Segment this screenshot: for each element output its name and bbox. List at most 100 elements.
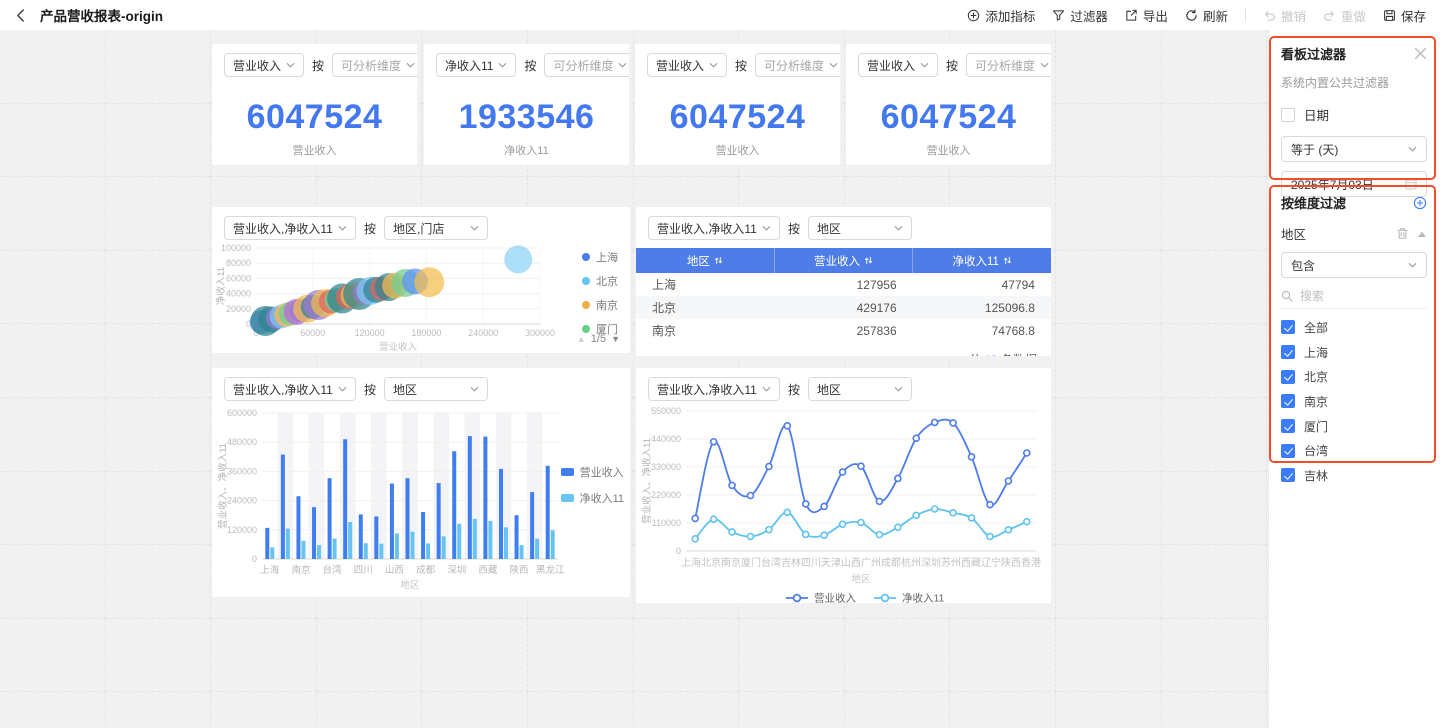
metric-select[interactable]: 净收入11 xyxy=(436,53,516,77)
dimension-select[interactable]: 地区 xyxy=(808,377,912,401)
line-point[interactable] xyxy=(895,524,901,530)
checkbox-checked[interactable] xyxy=(1281,419,1295,433)
bar-net[interactable] xyxy=(473,519,477,559)
redo-button[interactable]: 重做 xyxy=(1323,6,1366,25)
line-point[interactable] xyxy=(784,509,790,515)
line-point[interactable] xyxy=(784,423,790,429)
line-point[interactable] xyxy=(969,515,975,521)
line-point[interactable] xyxy=(876,498,882,504)
line-point[interactable] xyxy=(840,469,846,475)
bar-net[interactable] xyxy=(364,543,368,559)
bar-net[interactable] xyxy=(333,539,337,559)
undo-button[interactable]: 撤销 xyxy=(1263,6,1306,25)
checkbox-checked[interactable] xyxy=(1281,345,1295,359)
line-point[interactable] xyxy=(913,435,919,441)
metric-select[interactable]: 营业收入,净收入11 xyxy=(648,216,780,240)
legend-item[interactable]: 营业收入 xyxy=(561,464,624,480)
line-point[interactable] xyxy=(1024,450,1030,456)
scatter-bubble[interactable] xyxy=(504,245,532,273)
checkbox-unchecked[interactable] xyxy=(1281,108,1295,122)
line-point[interactable] xyxy=(747,533,753,539)
line-point[interactable] xyxy=(692,536,698,542)
row-count-link[interactable]: 19 xyxy=(984,353,997,356)
bar-revenue[interactable] xyxy=(530,492,534,559)
dimension-select[interactable]: 可分析维度 xyxy=(332,53,417,77)
line-point[interactable] xyxy=(729,482,735,488)
bar-revenue[interactable] xyxy=(515,515,519,559)
bar-revenue[interactable] xyxy=(390,484,394,559)
add-filter-icon[interactable] xyxy=(1413,196,1427,210)
kpi-card-2[interactable]: 净收入11 按 可分析维度 1933546 净收入11 xyxy=(424,44,629,165)
bar-net[interactable] xyxy=(488,521,492,559)
bar-net[interactable] xyxy=(348,522,352,559)
add-metric-button[interactable]: 添加指标 xyxy=(967,6,1035,25)
bar-net[interactable] xyxy=(317,545,321,559)
bar-net[interactable] xyxy=(286,529,290,559)
metric-select[interactable]: 营业收入 xyxy=(224,53,304,77)
checkbox-checked[interactable] xyxy=(1281,394,1295,408)
line-point[interactable] xyxy=(950,420,956,426)
page-down-icon[interactable]: ▼ xyxy=(611,335,620,344)
dimension-option-厦门[interactable]: 厦门 xyxy=(1281,414,1427,439)
collapse-caret-icon[interactable] xyxy=(1417,230,1427,238)
line-point[interactable] xyxy=(969,454,975,460)
date-operator-select[interactable]: 等于 (天) xyxy=(1281,136,1427,162)
legend-item[interactable]: 营业收入 xyxy=(786,592,856,604)
metric-select[interactable]: 营业收入,净收入11 xyxy=(224,216,356,240)
contains-operator-select[interactable]: 包含 xyxy=(1281,252,1427,278)
legend-item[interactable]: 净收入11 xyxy=(874,592,945,604)
bar-revenue[interactable] xyxy=(281,455,285,559)
bar-net[interactable] xyxy=(426,543,430,559)
line-point[interactable] xyxy=(729,529,735,535)
legend-item[interactable]: 净收入11 xyxy=(561,490,624,506)
bar-net[interactable] xyxy=(411,532,415,559)
metric-select[interactable]: 营业收入 xyxy=(858,53,938,77)
table-row[interactable]: 上海12795647794 xyxy=(636,273,1051,296)
line-point[interactable] xyxy=(821,532,827,538)
line-point[interactable] xyxy=(895,475,901,481)
bar-revenue[interactable] xyxy=(406,478,410,559)
legend-item[interactable]: 南京 xyxy=(582,297,618,313)
bar-net[interactable] xyxy=(504,527,508,559)
bar-net[interactable] xyxy=(270,547,274,559)
table-header-cell[interactable]: 地区 xyxy=(636,248,775,273)
kpi-card-4[interactable]: 营业收入 按 可分析维度 6047524 营业收入 xyxy=(846,44,1051,165)
bar-revenue[interactable] xyxy=(374,516,378,559)
kpi-card-1[interactable]: 营业收入 按 可分析维度 6047524 营业收入 xyxy=(212,44,417,165)
metric-select[interactable]: 营业收入,净收入11 xyxy=(224,377,356,401)
line-point[interactable] xyxy=(747,493,753,499)
kpi-card-3[interactable]: 营业收入 按 可分析维度 6047524 营业收入 xyxy=(635,44,840,165)
checkbox-checked[interactable] xyxy=(1281,320,1295,334)
dimension-select[interactable]: 可分析维度 xyxy=(966,53,1051,77)
bar-net[interactable] xyxy=(395,533,399,559)
line-point[interactable] xyxy=(1005,527,1011,533)
checkbox-checked[interactable] xyxy=(1281,444,1295,458)
bar-net[interactable] xyxy=(442,536,446,559)
bar-net[interactable] xyxy=(457,524,461,559)
line-point[interactable] xyxy=(1024,519,1030,525)
line-point[interactable] xyxy=(803,531,809,537)
bar-revenue[interactable] xyxy=(343,439,347,559)
table-row[interactable]: 南京25783674768.8 xyxy=(636,319,1051,342)
dimension-option-南京[interactable]: 南京 xyxy=(1281,389,1427,414)
bar-net[interactable] xyxy=(301,541,305,559)
bar-revenue[interactable] xyxy=(421,512,425,559)
bar-revenue[interactable] xyxy=(265,528,269,559)
bar-revenue[interactable] xyxy=(499,469,503,559)
bar-revenue[interactable] xyxy=(328,478,332,559)
close-icon[interactable] xyxy=(1414,47,1427,60)
line-point[interactable] xyxy=(876,532,882,538)
bar-revenue[interactable] xyxy=(483,437,487,559)
bar-revenue[interactable] xyxy=(468,436,472,559)
bar-net[interactable] xyxy=(379,544,383,559)
dimension-select[interactable]: 地区 xyxy=(384,377,488,401)
bar-revenue[interactable] xyxy=(359,514,363,559)
dimension-select[interactable]: 可分析维度 xyxy=(544,53,629,77)
dimension-select[interactable]: 地区 xyxy=(808,216,912,240)
back-button[interactable] xyxy=(14,9,27,22)
line-point[interactable] xyxy=(858,463,864,469)
table-header-cell[interactable]: 净收入11 xyxy=(913,248,1051,273)
legend-item[interactable]: 北京 xyxy=(582,273,618,289)
line-point[interactable] xyxy=(840,521,846,527)
line-point[interactable] xyxy=(987,502,993,508)
